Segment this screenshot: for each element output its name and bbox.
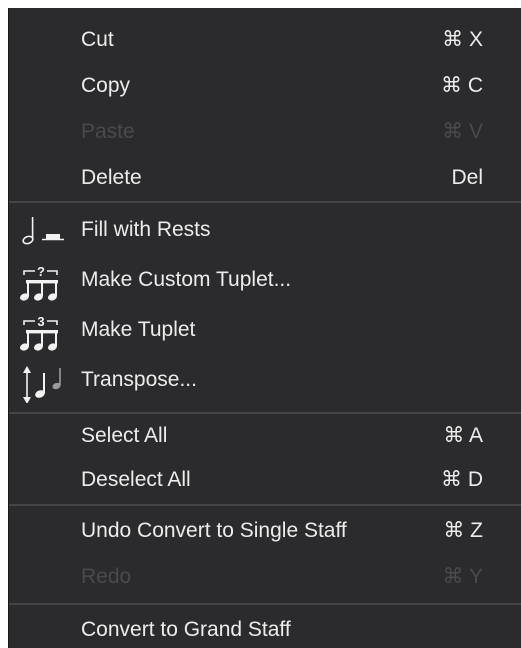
menu-item-label: Copy	[81, 74, 131, 97]
menu-item-deselect-all[interactable]: Deselect All ⌘ D	[9, 458, 521, 502]
fill-rests-icon	[15, 213, 73, 249]
menu-item-fill-with-rests[interactable]: Fill with Rests	[9, 208, 521, 252]
menu-item-label: Transpose...	[81, 368, 197, 391]
menu-separator	[9, 201, 521, 203]
menu-item-label: Convert to Grand Staff	[81, 618, 291, 641]
menu-item-shortcut: ⌘ V	[442, 120, 483, 143]
menu-item-shortcut: ⌘ Z	[443, 519, 483, 542]
menu-item-delete[interactable]: Delete Del	[9, 156, 521, 200]
menu-item-label: Delete	[81, 166, 142, 189]
menu-item-shortcut: ⌘ D	[441, 468, 483, 491]
menu-separator	[9, 504, 521, 506]
menu-item-shortcut: ⌘ A	[443, 424, 483, 447]
menu-item-shortcut: ⌘ Y	[442, 565, 483, 588]
custom-tuplet-icon: ?	[15, 263, 73, 301]
menu-item-label: Cut	[81, 28, 114, 51]
menu-item-copy[interactable]: Copy ⌘ C	[9, 64, 521, 108]
menu-item-make-tuplet[interactable]: 3 Make Tuplet	[9, 308, 521, 352]
tuplet-mark: ?	[37, 264, 45, 279]
menu-item-label: Select All	[81, 424, 168, 447]
menu-item-label: Fill with Rests	[81, 218, 211, 241]
menu-item-make-custom-tuplet[interactable]: ? Make Custom Tuplet...	[9, 258, 521, 302]
menu-item-label: Undo Convert to Single Staff	[81, 519, 347, 542]
menu-item-convert-to-grand-staff[interactable]: Convert to Grand Staff	[9, 608, 521, 648]
menu-item-label: Deselect All	[81, 468, 191, 491]
menu-item-cut[interactable]: Cut ⌘ X	[9, 18, 521, 62]
context-menu: Cut ⌘ X Copy ⌘ C Paste ⌘ V Delete Del Fi…	[8, 8, 521, 648]
menu-item-shortcut: ⌘ X	[442, 28, 483, 51]
menu-item-paste: Paste ⌘ V	[9, 110, 521, 154]
menu-item-redo: Redo ⌘ Y	[9, 555, 521, 599]
menu-item-undo[interactable]: Undo Convert to Single Staff ⌘ Z	[9, 509, 521, 553]
menu-item-transpose[interactable]: Transpose...	[9, 358, 521, 403]
menu-item-label: Redo	[81, 565, 132, 588]
tuplet-mark: 3	[37, 314, 44, 329]
menu-item-shortcut: ⌘ C	[441, 74, 483, 97]
menu-item-label: Make Custom Tuplet...	[81, 268, 292, 291]
triplet-icon: 3	[15, 313, 73, 351]
menu-item-shortcut: Del	[451, 166, 483, 189]
menu-item-label: Paste	[81, 120, 135, 143]
menu-item-label: Make Tuplet	[81, 318, 196, 341]
menu-item-select-all[interactable]: Select All ⌘ A	[9, 414, 521, 458]
menu-separator	[9, 603, 521, 605]
transpose-icon	[15, 363, 73, 403]
